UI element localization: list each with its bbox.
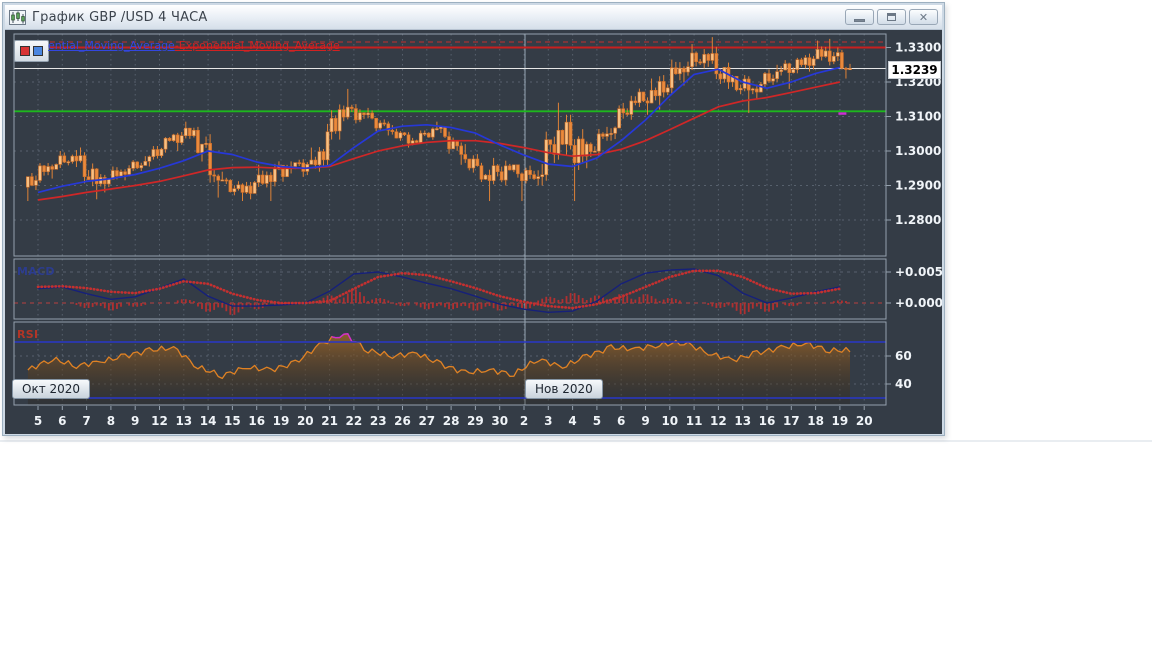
svg-text:16: 16: [248, 414, 265, 428]
rsi-fill: [27, 333, 850, 405]
minimize-icon: [854, 18, 865, 22]
svg-text:5: 5: [593, 414, 601, 428]
svg-text:1.3100: 1.3100: [895, 110, 941, 124]
svg-text:1.2900: 1.2900: [895, 179, 941, 193]
close-icon: ✕: [918, 10, 929, 24]
ema-fast-line: [37, 66, 841, 194]
svg-text:20: 20: [856, 414, 873, 428]
window-titlebar[interactable]: График GBP /USD 4 ЧАСА ✕: [5, 5, 942, 30]
svg-text:8: 8: [107, 414, 115, 428]
svg-text:28: 28: [443, 414, 460, 428]
svg-text:20: 20: [297, 414, 314, 428]
svg-text:9: 9: [641, 414, 649, 428]
svg-text:26: 26: [394, 414, 411, 428]
svg-text:18: 18: [807, 414, 824, 428]
restore-icon: [887, 13, 896, 21]
ema-legend: ential_Moving_Average-Exponential_Moving…: [48, 39, 340, 52]
page-divider-line: [0, 440, 1152, 442]
svg-text:+0.005: +0.005: [895, 265, 942, 279]
svg-text:2: 2: [520, 414, 528, 428]
price-levels: [14, 41, 886, 113]
svg-text:9: 9: [131, 414, 139, 428]
grid-horizontal: [14, 47, 886, 221]
window-title: График GBP /USD 4 ЧАСА: [32, 9, 208, 25]
macd-panel: [14, 268, 886, 315]
svg-text:27: 27: [418, 414, 435, 428]
rsi-panel-label: RSI: [17, 328, 39, 341]
indicator-chip-buttons[interactable]: [14, 40, 49, 62]
candlestick-chart-icon: [9, 9, 26, 25]
chart-client-area: 1.3300 1.3200 1.3100 1.3000 1.2900 1.2800 +0.0…: [5, 30, 942, 434]
chart-window: График GBP /USD 4 ЧАСА ✕ 1.3300 1.3200 1.3…: [2, 2, 945, 436]
svg-text:6: 6: [58, 414, 66, 428]
svg-text:13: 13: [175, 414, 192, 428]
svg-text:40: 40: [895, 377, 912, 391]
svg-text:30: 30: [491, 414, 508, 428]
svg-text:13: 13: [734, 414, 751, 428]
current-price-tag: 1.3239: [888, 60, 941, 79]
svg-text:60: 60: [895, 349, 912, 363]
svg-text:6: 6: [617, 414, 625, 428]
svg-text:17: 17: [783, 414, 800, 428]
svg-text:10: 10: [661, 414, 678, 428]
svg-text:1.2800: 1.2800: [895, 213, 941, 227]
svg-text:19: 19: [832, 414, 849, 428]
svg-text:23: 23: [370, 414, 387, 428]
svg-text:21: 21: [321, 414, 338, 428]
svg-text:11: 11: [686, 414, 703, 428]
rsi-panel: [14, 333, 886, 405]
svg-text:5: 5: [34, 414, 42, 428]
ema-slow-line: [37, 81, 841, 201]
svg-text:7: 7: [82, 414, 90, 428]
svg-text:4: 4: [568, 414, 576, 428]
legend-chip-blue[interactable]: [33, 46, 43, 56]
month-marker-nov: Нов 2020: [525, 379, 603, 399]
svg-text:3: 3: [544, 414, 552, 428]
svg-text:1.3000: 1.3000: [895, 144, 941, 158]
svg-text:1.3300: 1.3300: [895, 41, 941, 55]
svg-text:16: 16: [759, 414, 776, 428]
ema-legend-red-label: -Exponential_Moving_Average: [174, 39, 340, 52]
svg-text:12: 12: [151, 414, 168, 428]
candles: [26, 37, 852, 202]
restore-button[interactable]: [877, 9, 906, 25]
close-button[interactable]: ✕: [909, 9, 938, 25]
svg-text:19: 19: [273, 414, 290, 428]
svg-text:+0.000: +0.000: [895, 296, 942, 310]
svg-text:22: 22: [346, 414, 363, 428]
macd-panel-label: MACD: [17, 265, 55, 278]
svg-text:29: 29: [467, 414, 484, 428]
svg-text:12: 12: [710, 414, 727, 428]
month-marker-oct: Окт 2020: [12, 379, 91, 399]
svg-text:14: 14: [200, 414, 217, 428]
minimize-button[interactable]: [845, 9, 874, 25]
legend-chip-red[interactable]: [20, 46, 30, 56]
magenta-marker: [838, 112, 847, 115]
ema-legend-blue-label: ential_Moving_Average: [48, 39, 175, 52]
chart-canvas[interactable]: 1.33001.32001.31001.30001.29001.2800+0.0…: [5, 30, 942, 434]
svg-text:15: 15: [224, 414, 241, 428]
